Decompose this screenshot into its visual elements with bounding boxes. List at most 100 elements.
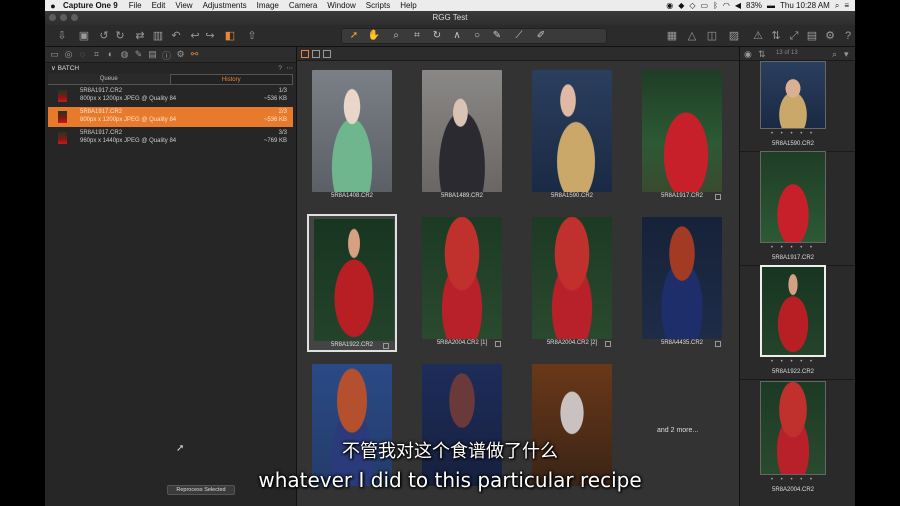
tab-queue[interactable]: Queue bbox=[48, 74, 170, 84]
exposure-warning-icon[interactable]: △ bbox=[685, 29, 699, 43]
spotlight-icon[interactable]: ⌕ bbox=[835, 1, 839, 11]
history-item-selected[interactable]: 5R8A1917.CR2 800px x 1200px JPEG @ Quali… bbox=[48, 107, 293, 127]
history-item[interactable]: 5R8A1917.CR2 960px x 1440px JPEG @ Quali… bbox=[48, 128, 293, 148]
menu-view[interactable]: View bbox=[170, 1, 197, 10]
process-icon[interactable]: ⇧ bbox=[245, 29, 259, 43]
help-icon[interactable]: ? bbox=[841, 29, 855, 43]
exposure-tab-icon[interactable]: ◐ bbox=[105, 49, 116, 59]
local-adjust-tab-icon[interactable]: ✎ bbox=[133, 49, 144, 60]
thumbnail-cell[interactable]: 5R8A1408.CR2 bbox=[307, 67, 397, 205]
bluetooth-icon[interactable]: ᛒ bbox=[713, 1, 718, 10]
menu-image[interactable]: Image bbox=[252, 1, 284, 10]
capture-tab-icon[interactable]: ◎ bbox=[63, 49, 74, 60]
trash-icon[interactable]: ▥ bbox=[151, 29, 165, 43]
thumbnail-cell-selected[interactable]: 5R8A1922.CR2 bbox=[307, 214, 397, 352]
crop-icon[interactable]: ⌗ bbox=[410, 30, 424, 41]
display-icon[interactable]: ▭ bbox=[701, 1, 709, 10]
history-item[interactable]: 5R8A1917.CR2 800px x 1200px JPEG @ Quali… bbox=[48, 86, 293, 106]
battery-icon: ▬ bbox=[767, 1, 776, 10]
filmstrip-thumbnail bbox=[760, 61, 826, 129]
pan-icon[interactable]: ✋ bbox=[367, 30, 381, 41]
thumbnail-cell[interactable]: 5R8A1917.CR2 bbox=[637, 67, 727, 205]
print-icon[interactable]: ▤ bbox=[805, 29, 819, 43]
rotate-tool-icon[interactable]: ↻ bbox=[430, 30, 444, 41]
photo-thumbnail bbox=[532, 217, 612, 339]
undo-icon[interactable]: ↩ bbox=[188, 29, 202, 43]
grid-icon[interactable]: ▦ bbox=[665, 29, 679, 43]
adjustments-tab-icon[interactable]: ⚙ bbox=[175, 49, 186, 60]
filmstrip-thumbnail bbox=[760, 265, 826, 357]
rotate-left-icon[interactable]: ↺ bbox=[97, 29, 111, 43]
capture-icon[interactable]: ▣ bbox=[77, 29, 91, 43]
menu-camera[interactable]: Camera bbox=[284, 1, 322, 10]
notification-center-icon[interactable]: ≡ bbox=[844, 1, 849, 10]
dropbox-icon[interactable]: ◇ bbox=[689, 1, 695, 10]
eye-icon[interactable]: ◉ bbox=[744, 49, 752, 60]
details-tab-icon[interactable]: ▤ bbox=[147, 49, 158, 60]
and-more-label: and 2 more... bbox=[657, 427, 699, 434]
proof-icon[interactable]: ◫ bbox=[705, 29, 719, 43]
menu-edit[interactable]: Edit bbox=[147, 1, 171, 10]
apply-adjustments-icon[interactable]: ✐ bbox=[534, 30, 548, 41]
copy-adjustments-icon[interactable]: ◧ bbox=[223, 29, 237, 43]
grid-view-icon[interactable] bbox=[301, 50, 309, 58]
zoom-tool-icon[interactable]: ⌕ bbox=[389, 30, 403, 41]
menu-help[interactable]: Help bbox=[395, 1, 421, 10]
tool-tabs: ▭ ◎ ◌ ⌗ ◐ ◍ ✎ ▤ ⓘ ⚙ ⚯ bbox=[45, 47, 296, 63]
rating-dots[interactable]: • • • • • bbox=[760, 131, 826, 137]
filmstrip-view-icon[interactable] bbox=[323, 50, 331, 58]
fullscreen-icon[interactable]: ⤢ bbox=[787, 29, 801, 43]
color-picker-icon[interactable]: ⟋ bbox=[512, 30, 526, 41]
menu-window[interactable]: Window bbox=[322, 1, 360, 10]
volume-icon[interactable]: ◀ bbox=[735, 1, 741, 10]
import-icon[interactable]: ⇩ bbox=[55, 29, 69, 43]
sort-direction-icon[interactable]: ⇅ bbox=[758, 49, 766, 60]
apple-icon[interactable]: ● bbox=[45, 1, 61, 11]
thumbnail-cell[interactable]: 5R8A4435.CR2 bbox=[637, 214, 727, 352]
menu-file[interactable]: File bbox=[124, 1, 147, 10]
battery-percent[interactable]: 83% bbox=[746, 1, 762, 10]
wifi-icon[interactable]: ◠ bbox=[723, 1, 730, 10]
divider bbox=[740, 379, 855, 380]
photo-thumbnail bbox=[312, 70, 392, 192]
warning-icon[interactable]: ⚠ bbox=[751, 29, 765, 43]
overlay-icon[interactable]: ▨ bbox=[727, 29, 741, 43]
library-tab-icon[interactable]: ▭ bbox=[49, 49, 60, 60]
thumbnail-cell[interactable]: 5R8A2004.CR2 [1] bbox=[417, 214, 507, 352]
keystone-icon[interactable]: ∧ bbox=[450, 30, 464, 41]
lens-tab-icon[interactable]: ◌ bbox=[77, 49, 88, 59]
rating-dots[interactable]: • • • • • bbox=[760, 359, 826, 365]
collapse-chevron-icon[interactable]: ∨ bbox=[51, 65, 56, 72]
redo-icon[interactable]: ↪ bbox=[203, 29, 217, 43]
color-tab-icon[interactable]: ◍ bbox=[119, 49, 130, 60]
move-icon[interactable]: ⇄ bbox=[133, 29, 147, 43]
rotate-right-icon[interactable]: ↻ bbox=[113, 29, 127, 43]
thumbnail-cell[interactable]: 5R8A1590.CR2 bbox=[527, 67, 617, 205]
clock[interactable]: Thu 10:28 AM bbox=[780, 1, 830, 10]
filter-icon[interactable]: ▾ bbox=[844, 49, 849, 60]
thumbnail-cell[interactable]: 5R8A2004.CR2 [2] bbox=[527, 214, 617, 352]
app-menu[interactable]: Capture One 9 bbox=[61, 1, 124, 10]
reset-icon[interactable]: ↶ bbox=[169, 29, 183, 43]
composition-tab-icon[interactable]: ⌗ bbox=[91, 49, 102, 60]
app-screen: ● Capture One 9 File Edit View Adjustmen… bbox=[45, 0, 855, 506]
search-icon[interactable]: ⌕ bbox=[832, 49, 837, 60]
output-tab-icon[interactable]: ⚯ bbox=[189, 49, 200, 60]
batch-menu-icon[interactable]: ⋯ bbox=[287, 63, 294, 74]
evernote-icon[interactable]: ◆ bbox=[678, 1, 684, 10]
menu-scripts[interactable]: Scripts bbox=[361, 1, 395, 10]
list-view-icon[interactable] bbox=[312, 50, 320, 58]
spot-removal-icon[interactable]: ○ bbox=[470, 30, 484, 41]
sort-icon[interactable]: ⇅ bbox=[769, 29, 783, 43]
draw-mask-icon[interactable]: ✎ bbox=[490, 30, 504, 41]
tab-history[interactable]: History bbox=[169, 74, 293, 84]
thumbnail-cell[interactable]: 5R8A1489.CR2 bbox=[417, 67, 507, 205]
metadata-tab-icon[interactable]: ⓘ bbox=[161, 49, 172, 62]
record-icon[interactable]: ◉ bbox=[666, 1, 673, 10]
batch-header[interactable]: ∨ BATCH ? ⋯ bbox=[45, 63, 296, 74]
select-cursor-icon[interactable]: ➚ bbox=[347, 30, 361, 41]
batch-help-icon[interactable]: ? bbox=[278, 63, 282, 74]
rating-dots[interactable]: • • • • • bbox=[760, 245, 826, 251]
menu-adjustments[interactable]: Adjustments bbox=[198, 1, 252, 10]
settings-gear-icon[interactable]: ⚙ bbox=[823, 29, 837, 43]
